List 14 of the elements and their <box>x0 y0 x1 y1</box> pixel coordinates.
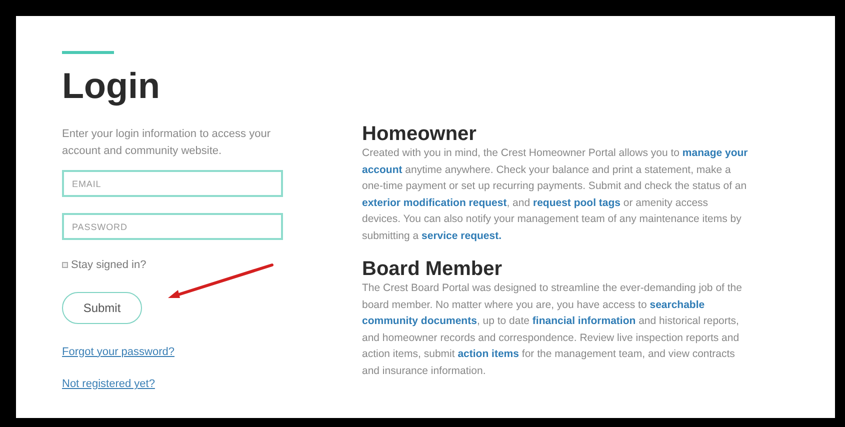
intro-text: Enter your login information to access your account and community website. <box>62 127 272 159</box>
section-description: Created with you in mind, the Crest Homeowner Portal allows you to manage your account anytime anywhere. Check your balance and print a statement, make a one-time payment or set up recurring payments. Submit and check the status of an exterior modification request, and request pool tags or amenity access devices. You can also notify your management team of any maintenance items by submitting a service request. <box>362 146 748 244</box>
register-link[interactable]: Not registered yet? <box>62 376 155 392</box>
section-heading: Board Member <box>362 258 504 280</box>
section-description: The Crest Board Portal was designed to streamline the ever-demanding job of the board member. No matter where you are, you have access to searchable community documents, up to date financial information and historical reports, and homeowner records and correspondence. Review live inspection reports and action items, submit action items for the management team, and view contracts and insurance information. <box>362 281 743 378</box>
accent-bar <box>62 51 114 54</box>
login-heading: Login <box>62 68 160 104</box>
forgot-password-link[interactable]: Forgot your password? <box>62 344 174 360</box>
submit-button[interactable]: Submit <box>62 292 142 324</box>
email-field[interactable]: EMAIL <box>62 170 283 197</box>
stay-signed-in-checkbox[interactable] <box>62 262 68 268</box>
password-field[interactable]: PASSWORD <box>62 213 283 240</box>
stay-signed-in-label: Stay signed in? <box>71 258 146 273</box>
section-heading: Homeowner <box>362 123 478 145</box>
